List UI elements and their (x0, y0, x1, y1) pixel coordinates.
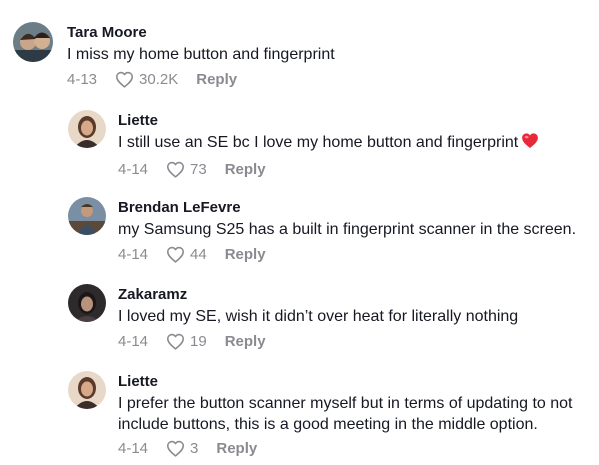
avatar[interactable] (68, 284, 106, 322)
comment-username[interactable]: Liette (118, 373, 588, 391)
comment-text: my Samsung S25 has a built in fingerprin… (118, 221, 577, 238)
comment-item: Tara Moore I miss my home button and fin… (13, 22, 335, 89)
reply-button[interactable]: Reply (225, 333, 266, 350)
heart-outline-icon (167, 161, 185, 178)
like-count: 3 (190, 439, 199, 457)
comment-meta: 4-14 3 Reply (118, 438, 588, 458)
like-count: 73 (190, 160, 207, 178)
comment-date: 4-14 (118, 245, 149, 263)
comment-date: 4-14 (118, 332, 149, 350)
reply-button[interactable]: Reply (225, 246, 266, 263)
reply-button[interactable]: Reply (216, 440, 257, 457)
comment-text-body: I still use an SE bc I love my home butt… (118, 134, 519, 151)
comment-meta: 4-14 19 Reply (118, 331, 518, 351)
comment-username[interactable]: Tara Moore (67, 24, 335, 42)
like-button[interactable]: 44 (166, 246, 207, 263)
avatar[interactable] (68, 197, 106, 235)
comment-meta: 4-14 73 Reply (118, 159, 539, 179)
comment-text: I still use an SE bc I love my home butt… (118, 132, 539, 155)
avatar[interactable] (68, 110, 106, 148)
comment-meta: 4-14 44 Reply (118, 244, 576, 264)
comment-date: 4-14 (118, 439, 149, 457)
comment-date: 4-14 (118, 160, 149, 178)
heart-outline-icon (167, 246, 185, 263)
like-button[interactable]: 3 (166, 440, 198, 457)
like-count: 44 (190, 245, 207, 263)
comment-username[interactable]: Zakaramz (118, 286, 518, 304)
like-count: 30.2K (139, 70, 179, 88)
like-button[interactable]: 19 (166, 333, 207, 350)
heart-outline-icon (167, 333, 185, 350)
comment-text: I loved my SE, wish it didn’t over heat … (118, 308, 519, 325)
heart-outline-icon (116, 71, 134, 88)
reply-item: Liette I still use an SE bc I love my ho… (68, 110, 539, 179)
reply-item: Brendan LeFevre my Samsung S25 has a bui… (68, 197, 576, 264)
comment-meta: 4-13 30.2K Reply (67, 69, 335, 89)
like-button[interactable]: 73 (166, 161, 207, 178)
red-heart-emoji (521, 132, 539, 155)
reply-item: Zakaramz I loved my SE, wish it didn’t o… (68, 284, 518, 351)
avatar[interactable] (68, 371, 106, 409)
comment-text: I miss my home button and fingerprint (67, 46, 335, 63)
like-count: 19 (190, 332, 207, 350)
comment-username[interactable]: Brendan LeFevre (118, 199, 576, 217)
like-button[interactable]: 30.2K (115, 71, 178, 88)
avatar[interactable] (13, 22, 53, 62)
comment-text: I prefer the button scanner myself but i… (118, 395, 573, 433)
reply-item: Liette I prefer the button scanner mysel… (68, 371, 588, 458)
reply-button[interactable]: Reply (196, 71, 237, 88)
reply-button[interactable]: Reply (225, 161, 266, 178)
heart-outline-icon (167, 440, 185, 457)
comment-date: 4-13 (67, 70, 98, 88)
comment-username[interactable]: Liette (118, 112, 539, 130)
